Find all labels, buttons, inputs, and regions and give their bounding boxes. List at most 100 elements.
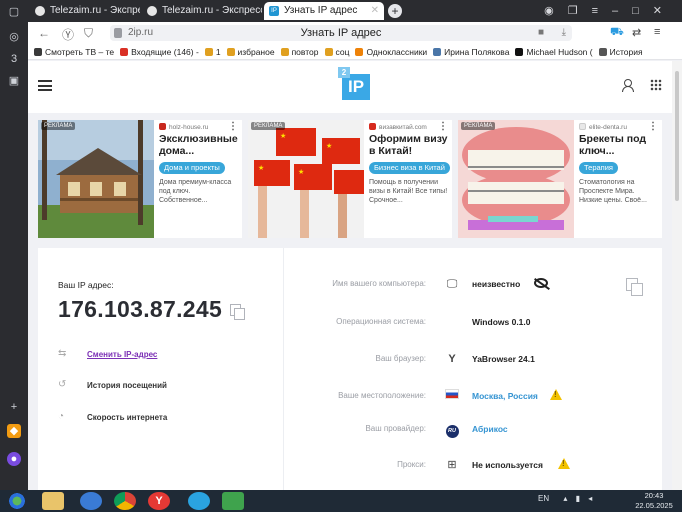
ad-button[interactable]: Бизнес виза в Китай — [369, 162, 450, 174]
ip-address-value[interactable]: 176.103.87.245 — [58, 296, 222, 323]
system-clock[interactable]: 20:43 22.05.2025 — [634, 491, 674, 511]
volume-icon[interactable]: ◂ — [588, 494, 592, 503]
copy-ip-icon[interactable] — [230, 304, 245, 320]
address-bar-row: ← Ⓨ ⛉ 2ip.ru Узнать IP адрес ■ ⤓ ⛟ ⇄ ≡ — [28, 22, 682, 44]
ad-card-elite-denta[interactable]: РЕКЛАМА elite-denta.ru ⋮ Брекеты под клю… — [458, 120, 662, 238]
2ip-logo[interactable]: IP 2 — [338, 67, 380, 101]
start-button-icon[interactable] — [6, 492, 28, 510]
warning-icon[interactable] — [558, 458, 570, 469]
bookmark-item[interactable]: 1 — [204, 44, 221, 59]
sidebar-add-icon[interactable]: + — [7, 400, 21, 414]
braces-photo — [458, 120, 574, 238]
bookmark-item[interactable]: Смотреть ТВ – те — [34, 44, 114, 59]
close-window-icon[interactable]: ✕ — [653, 5, 676, 17]
tab-2ip[interactable]: IP Узнать IP адрес ✕ — [264, 2, 384, 20]
bookmark-icon[interactable]: ■ — [538, 27, 544, 38]
extension-icon[interactable]: ⛟ — [610, 26, 624, 40]
network-icon: ⊞ — [447, 459, 457, 471]
change-ip-label[interactable]: Сменить IP-адрес — [87, 350, 157, 359]
sidebar-number-3-icon[interactable]: 3 — [7, 52, 21, 66]
maximize-icon[interactable]: □ — [632, 5, 653, 17]
app-icon[interactable] — [222, 492, 244, 510]
ad-domain[interactable]: elite-denta.ru — [579, 123, 627, 131]
bookmark-favicon-icon — [433, 48, 442, 56]
bookmark-label: избраное — [237, 47, 275, 57]
bookmark-item[interactable]: Ирина Полякова — [433, 44, 509, 59]
hidden-eye-icon[interactable] — [534, 278, 548, 288]
detail-value-link[interactable]: Абрикос — [472, 424, 508, 434]
sidebar-square-icon[interactable]: ▢ — [7, 5, 21, 19]
ad-domain-text: визавкитай.com — [379, 124, 427, 131]
language-indicator[interactable]: EN — [538, 494, 549, 503]
bookmarks-bar: Смотреть ТВ – те Входящие (146) - 1 избрано… — [28, 44, 682, 60]
clock-date: 22.05.2025 — [635, 501, 673, 510]
ad-card-visa-china[interactable]: ★ ★ ★ ★ РЕКЛАМА визавкитай.com ⋮ Оформим… — [248, 120, 452, 238]
more-options-icon[interactable]: ⋮ — [438, 121, 448, 132]
ad-button[interactable]: Дома и проекты — [159, 162, 225, 174]
more-options-icon[interactable]: ⋮ — [648, 121, 658, 132]
download-icon[interactable]: ⤓ — [562, 27, 566, 38]
internet-explorer-icon[interactable] — [80, 492, 102, 510]
network-tray-icon[interactable]: ▮ — [576, 494, 580, 503]
warning-icon[interactable] — [550, 389, 562, 400]
user-icon[interactable] — [622, 79, 634, 92]
address-bar[interactable]: 2ip.ru Узнать IP адрес ■ ⤓ — [110, 25, 572, 41]
back-icon[interactable]: ← — [38, 26, 50, 40]
history-label[interactable]: История посещений — [87, 381, 167, 390]
svg-text:★: ★ — [258, 164, 264, 172]
bookmark-item[interactable]: избраное — [226, 44, 275, 59]
bookmark-item[interactable]: История — [598, 44, 643, 59]
chrome-icon[interactable] — [114, 492, 136, 510]
translate-icon[interactable]: ⇄ — [632, 26, 641, 39]
tab-label: Telezaim.ru - Экспресс он — [162, 5, 262, 16]
menu-icon[interactable]: ≡ — [592, 5, 612, 17]
detail-row-os: Операционная система: Windows 0.1.0 — [285, 315, 662, 331]
bookmark-item[interactable]: повтор — [280, 44, 319, 59]
protect-icon[interactable]: ⛉ — [84, 26, 93, 41]
tab-label: Telezaim.ru - Экспресс он — [50, 5, 140, 16]
reader-icon[interactable]: ≡ — [654, 26, 660, 38]
ad-button[interactable]: Терапия — [579, 162, 618, 174]
ad-description: Стоматология на Проспекте Мира. Низкие ц… — [579, 179, 647, 204]
bookmark-item[interactable]: Michael Hudson ( — [515, 44, 593, 59]
file-explorer-icon[interactable] — [42, 492, 64, 510]
tray-expand-icon[interactable]: ▴ — [563, 494, 567, 503]
ad-domain[interactable]: holz-house.ru — [159, 123, 208, 131]
yandex-icon[interactable]: Ⓨ — [62, 26, 74, 43]
sidebar-screenshot-icon[interactable]: ◎ — [7, 30, 21, 44]
scrollbar-thumb[interactable] — [675, 71, 679, 201]
hamburger-menu-icon[interactable] — [38, 80, 52, 91]
detail-value: Не используется — [472, 460, 543, 470]
alice-icon[interactable]: ● — [7, 452, 21, 466]
detail-key: Ваше местоположение: — [338, 391, 426, 400]
page-scrollbar[interactable] — [672, 61, 682, 490]
tab-telezaim-1[interactable]: Telezaim.ru - Экспресс он — [30, 2, 140, 20]
telegram-icon[interactable] — [188, 492, 210, 510]
house-photo — [38, 120, 154, 238]
close-tab-icon[interactable]: ✕ — [371, 2, 379, 20]
bookmark-item[interactable]: Одноклассники — [355, 44, 427, 59]
minimize-icon[interactable]: – — [612, 5, 632, 17]
ad-title[interactable]: Оформим визу в Китай! — [369, 133, 449, 157]
detail-key: Ваш браузер: — [375, 354, 426, 363]
apps-grid-icon[interactable] — [650, 79, 662, 91]
ad-domain[interactable]: визавкитай.com — [369, 123, 427, 131]
ad-card-holz-house[interactable]: РЕКЛАМА holz-house.ru ⋮ Эксклюзивные дом… — [38, 120, 242, 238]
bookmark-item[interactable]: Входящие (146) - — [120, 44, 199, 59]
more-options-icon[interactable]: ⋮ — [228, 121, 238, 132]
speed-label[interactable]: Скорость интернета — [87, 413, 167, 422]
bookmark-favicon-icon — [34, 48, 42, 56]
tab-telezaim-2[interactable]: Telezaim.ru - Экспресс он — [142, 2, 262, 20]
bookmark-item[interactable]: соц — [324, 44, 349, 59]
new-tab-button[interactable]: + — [388, 4, 402, 18]
ad-title[interactable]: Эксклюзивные дома... — [159, 133, 239, 157]
ad-title[interactable]: Брекеты под ключ... — [579, 133, 659, 157]
yandex-browser-taskbar-icon[interactable]: Y — [148, 492, 170, 510]
bookmarks-panel-icon[interactable]: ❐ — [568, 5, 592, 17]
incognito-icon[interactable]: ◉ — [544, 5, 568, 17]
browser-sidebar: ▢ ◎ 3 ▣ + ◆ ● — [0, 0, 28, 490]
site-header: IP 2 — [28, 61, 672, 113]
detail-value-link[interactable]: Москва, Россия — [472, 391, 538, 401]
sidebar-video-icon[interactable]: ▣ — [7, 74, 21, 88]
sidebar-app-icon[interactable]: ◆ — [7, 424, 21, 438]
